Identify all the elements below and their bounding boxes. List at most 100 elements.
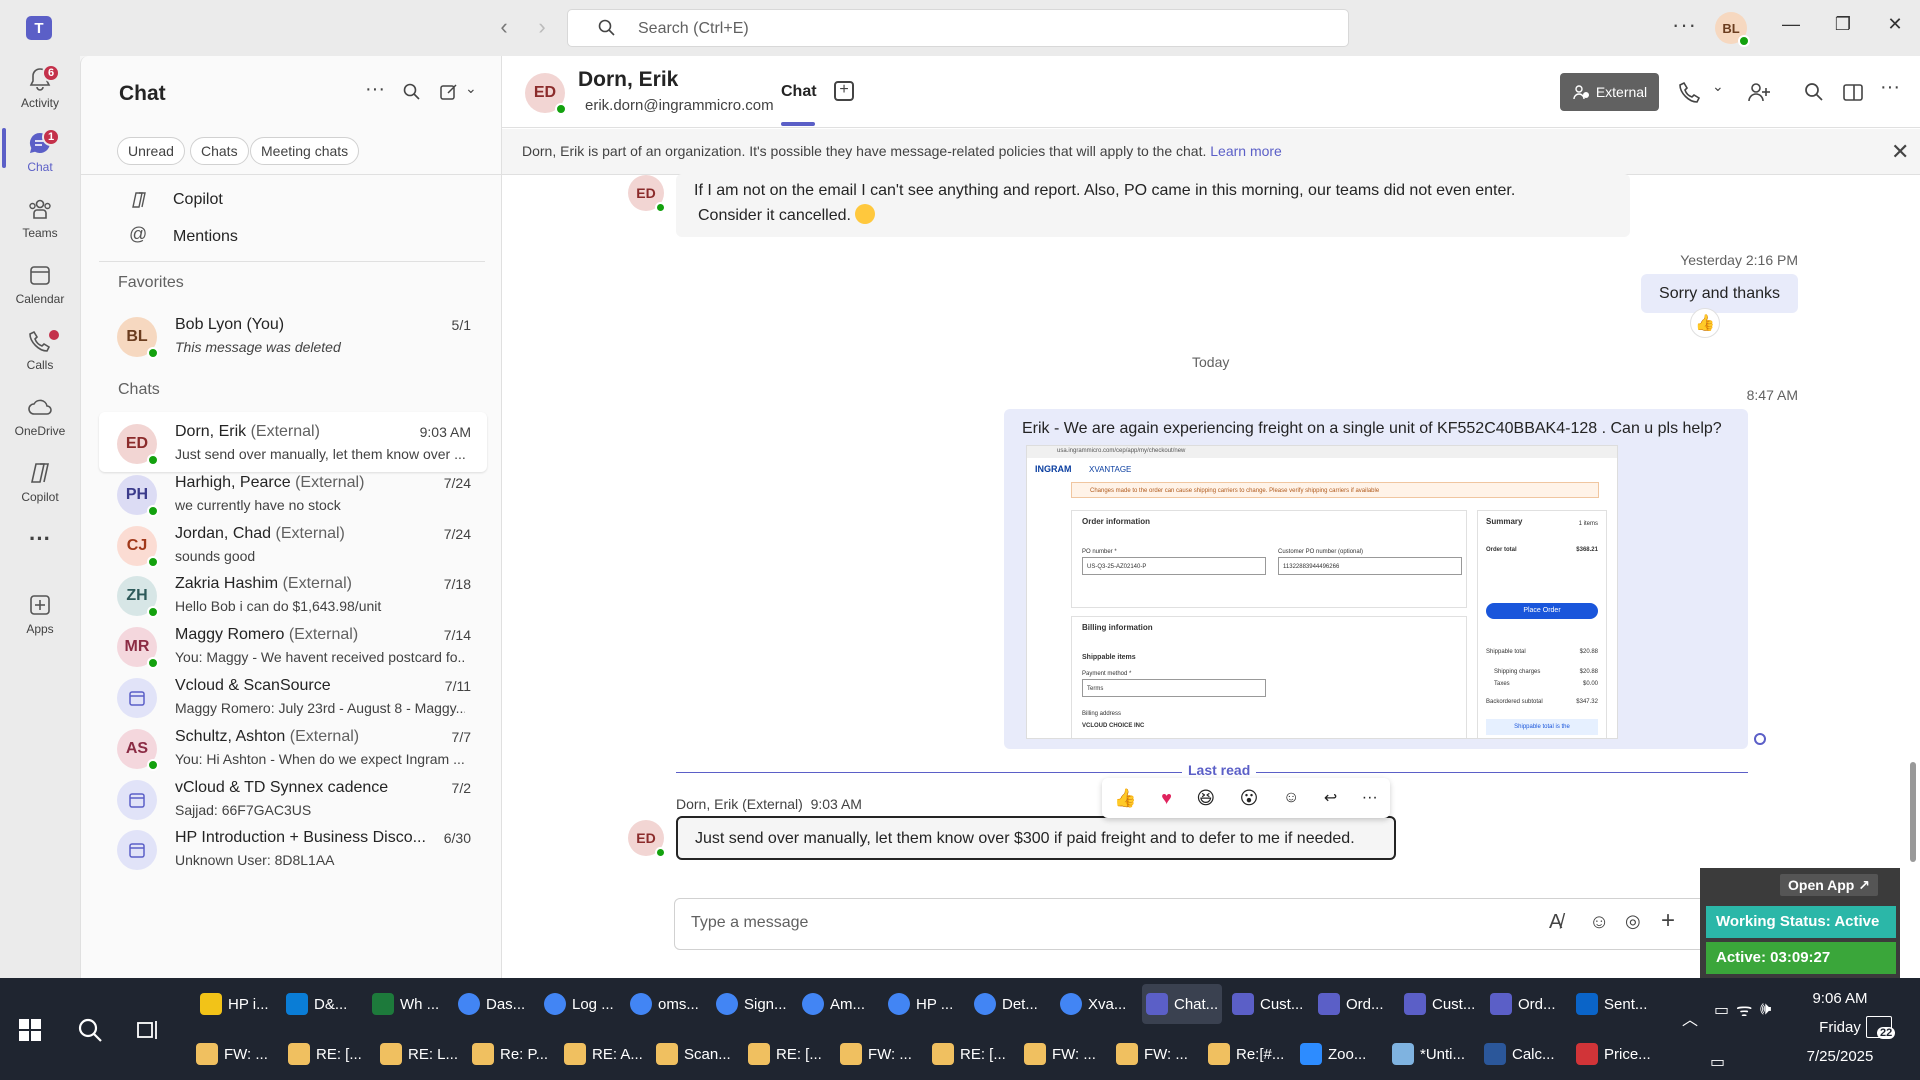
taskbar-app[interactable]: Cust... <box>1400 984 1479 1024</box>
taskbar-app[interactable]: Calc... <box>1484 1034 1555 1074</box>
message-composer[interactable]: Type a message A̸ ☺ ◎ + <box>674 898 1718 950</box>
taskbar-app[interactable]: Scan... <box>656 1034 731 1074</box>
rail-copilot[interactable]: Copilot <box>0 460 80 504</box>
taskbar-app[interactable]: *Unti... <box>1392 1034 1465 1074</box>
contact-avatar[interactable]: ED <box>525 73 567 115</box>
add-tab-icon[interactable]: + <box>834 81 854 101</box>
taskbar-app[interactable]: Am... <box>798 984 869 1024</box>
tab-chat[interactable]: Chat <box>781 83 817 101</box>
message-bubble-own[interactable]: Erik - We are again experiencing freight… <box>1004 409 1748 749</box>
taskbar-app[interactable]: FW: ... <box>840 1034 912 1074</box>
maximize-icon[interactable]: ❐ <box>1828 14 1858 35</box>
taskbar-app[interactable]: RE: [... <box>932 1034 1006 1074</box>
filter-meeting-chats[interactable]: Meeting chats <box>250 137 360 165</box>
task-view-icon[interactable] <box>136 1018 162 1042</box>
filter-unread[interactable]: Unread <box>117 137 185 165</box>
taskbar-app[interactable]: Re:[#... <box>1208 1034 1284 1074</box>
message-bubble[interactable]: If I am not on the email I can't see any… <box>676 174 1630 237</box>
rail-activity[interactable]: Activity 6 <box>0 64 80 110</box>
taskbar-app[interactable]: HP ... <box>884 984 957 1024</box>
taskbar-app[interactable]: Sign... <box>712 984 791 1024</box>
notifications-icon[interactable]: 22 <box>1866 1016 1896 1039</box>
pop-out-icon[interactable] <box>1841 80 1865 104</box>
attach-plus-icon[interactable]: + <box>1661 907 1675 935</box>
rail-teams[interactable]: Teams <box>0 196 80 240</box>
thumbs-up-reaction-icon[interactable]: 👍 <box>1690 308 1720 338</box>
chat-list-more-icon[interactable]: ··· <box>365 78 385 101</box>
taskbar-app[interactable]: Cust... <box>1228 984 1307 1024</box>
forward-arrow-icon[interactable]: › <box>530 14 554 40</box>
user-avatar[interactable]: BL <box>1715 12 1750 47</box>
quick-copilot[interactable]: Copilot <box>173 191 223 209</box>
back-arrow-icon[interactable]: ‹ <box>492 14 516 40</box>
learn-more-link[interactable]: Learn more <box>1210 143 1282 159</box>
more-options-icon[interactable]: ··· <box>1672 12 1697 38</box>
like-reaction-icon[interactable]: 👍 <box>1114 788 1136 809</box>
message-bubble-own[interactable]: Sorry and thanks <box>1641 274 1798 313</box>
windows-start-icon[interactable] <box>18 1018 42 1042</box>
attached-screenshot[interactable]: usa.ingrammicro.com/cep/app/my/checkout/… <box>1026 445 1618 739</box>
taskbar-app[interactable]: Sent... <box>1572 984 1651 1024</box>
taskbar-app[interactable]: Zoo... <box>1300 1034 1366 1074</box>
taskbar-app[interactable]: FW: ... <box>1024 1034 1096 1074</box>
quick-mentions[interactable]: Mentions <box>173 228 238 246</box>
sender-avatar[interactable]: ED <box>628 820 666 858</box>
taskbar-app[interactable]: HP i... <box>196 984 273 1024</box>
chat-list-item[interactable]: HP Introduction + Business Disco... Unkn… <box>99 818 487 878</box>
taskbar-search-icon[interactable] <box>76 1016 104 1044</box>
call-dropdown-icon[interactable]: ⌄ <box>1712 78 1724 95</box>
taskbar-app[interactable]: RE: L... <box>380 1034 458 1074</box>
external-button[interactable]: External <box>1560 73 1659 111</box>
search-box[interactable]: Search (Ctrl+E) <box>567 9 1349 47</box>
rail-calls[interactable]: Calls <box>0 328 80 372</box>
taskbar-app[interactable]: RE: [... <box>288 1034 362 1074</box>
message-bubble-focused[interactable]: Just send over manually, let them know o… <box>676 816 1396 860</box>
close-window-icon[interactable]: ✕ <box>1880 14 1910 35</box>
laugh-reaction-icon[interactable]: 😆 <box>1196 788 1215 809</box>
taskbar-app[interactable]: Log ... <box>540 984 618 1024</box>
wifi-icon[interactable]: ᯤ <box>1736 998 1752 1022</box>
call-icon[interactable] <box>1678 80 1702 104</box>
taskbar-app[interactable]: Ord... <box>1486 984 1560 1024</box>
rail-onedrive[interactable]: OneDrive <box>0 394 80 438</box>
search-in-chat-icon[interactable] <box>1802 80 1826 104</box>
sender-avatar[interactable]: ED <box>628 175 666 213</box>
header-more-icon[interactable]: ··· <box>1880 76 1900 99</box>
taskbar-app[interactable]: Xva... <box>1056 984 1130 1024</box>
taskbar-app[interactable]: FW: ... <box>1116 1034 1188 1074</box>
taskbar-app[interactable]: Das... <box>454 984 529 1024</box>
taskbar-app[interactable]: RE: [... <box>748 1034 822 1074</box>
rail-apps[interactable]: Apps <box>0 592 80 636</box>
taskbar-app[interactable]: Wh ... <box>368 984 443 1024</box>
favorites-header[interactable]: Favorites <box>118 274 184 292</box>
taskbar-app[interactable]: Chat... <box>1142 984 1223 1024</box>
taskbar-app[interactable]: Ord... <box>1314 984 1388 1024</box>
add-reaction-icon[interactable]: ☺ <box>1283 789 1299 807</box>
scrollbar-thumb[interactable] <box>1910 762 1916 862</box>
taskbar-app[interactable]: Re: P... <box>472 1034 548 1074</box>
emoji-icon[interactable]: ☺ <box>1589 911 1609 934</box>
reply-icon[interactable]: ↩ <box>1324 788 1337 808</box>
new-chat-dropdown-icon[interactable]: ⌄ <box>465 80 477 97</box>
message-more-icon[interactable]: ··· <box>1362 789 1378 807</box>
taskbar-app[interactable]: D&... <box>282 984 351 1024</box>
taskbar-app[interactable]: Price... <box>1576 1034 1651 1074</box>
minimize-icon[interactable]: — <box>1776 14 1806 35</box>
filter-chats[interactable]: Chats <box>190 137 249 165</box>
tray-chevron-icon[interactable]: ︿ <box>1682 1006 1698 1030</box>
heart-reaction-icon[interactable]: ♥ <box>1161 788 1172 809</box>
new-chat-icon[interactable] <box>439 82 459 102</box>
taskbar-app[interactable]: Det... <box>970 984 1042 1024</box>
rail-calendar[interactable]: Calendar <box>0 262 80 306</box>
add-people-icon[interactable] <box>1747 80 1771 104</box>
chats-header[interactable]: Chats <box>118 381 160 399</box>
chat-list-item[interactable]: BL Bob Lyon (You) This message was delete… <box>99 305 487 365</box>
taskbar-app[interactable]: oms... <box>626 984 703 1024</box>
rail-more[interactable]: ··· <box>0 526 80 552</box>
battery-icon[interactable]: ▭ <box>1714 1000 1729 1020</box>
loop-icon[interactable]: ◎ <box>1625 911 1641 932</box>
taskbar-app[interactable]: RE: A... <box>564 1034 643 1074</box>
taskbar-app[interactable]: FW: ... <box>196 1034 268 1074</box>
open-app-button[interactable]: Open App ↗ <box>1780 874 1878 896</box>
chat-search-icon[interactable] <box>403 83 421 101</box>
